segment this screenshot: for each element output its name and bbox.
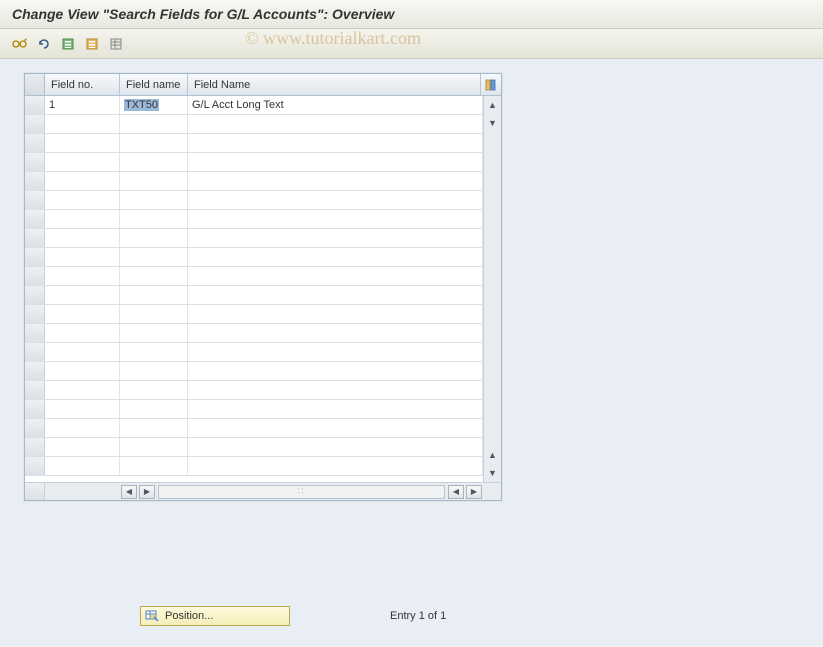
- hscroll-corner: [25, 483, 45, 500]
- toolbar: [0, 29, 823, 59]
- table-row: [25, 153, 483, 172]
- table-row: [25, 229, 483, 248]
- row-selector[interactable]: [25, 457, 45, 475]
- position-label: Position...: [165, 610, 213, 622]
- row-selector[interactable]: [25, 400, 45, 418]
- cell-field-desc[interactable]: G/L Acct Long Text: [188, 96, 483, 114]
- row-selector[interactable]: [25, 362, 45, 380]
- footer: Position... Entry 1 of 1: [140, 606, 446, 626]
- select-all-button[interactable]: [58, 34, 78, 54]
- row-selector[interactable]: [25, 210, 45, 228]
- row-selector[interactable]: [25, 172, 45, 190]
- scroll-up-step-button[interactable]: ▲: [485, 447, 501, 463]
- row-selector[interactable]: [25, 343, 45, 361]
- row-selector[interactable]: [25, 115, 45, 133]
- position-icon: [145, 610, 159, 622]
- cell-field-no[interactable]: 1: [45, 96, 120, 114]
- column-header-field-no[interactable]: Field no.: [45, 74, 120, 95]
- hscroll-track[interactable]: ∷: [158, 485, 445, 499]
- table-row: [25, 172, 483, 191]
- column-header-field-name-long[interactable]: Field Name: [188, 74, 481, 95]
- table-row: [25, 115, 483, 134]
- select-all-corner[interactable]: [25, 74, 45, 95]
- row-selector[interactable]: [25, 419, 45, 437]
- table-row: [25, 400, 483, 419]
- table-row: [25, 457, 483, 476]
- row-selector[interactable]: [25, 267, 45, 285]
- table-row: 1 TXT50 G/L Acct Long Text: [25, 96, 483, 115]
- table-row: [25, 324, 483, 343]
- row-selector[interactable]: [25, 229, 45, 247]
- scroll-down-step-button[interactable]: ▼: [485, 115, 501, 131]
- table-configure-button[interactable]: [481, 74, 501, 95]
- hscroll-right-end-button[interactable]: ▶: [466, 485, 482, 499]
- row-selector[interactable]: [25, 438, 45, 456]
- cell-field-name[interactable]: TXT50: [120, 96, 188, 114]
- table-body: 1 TXT50 G/L Acct Long Text: [25, 96, 501, 482]
- table-row: [25, 362, 483, 381]
- table-row: [25, 191, 483, 210]
- row-selector[interactable]: [25, 324, 45, 342]
- main-area: Field no. Field name Field Name 1 TXT50 …: [0, 59, 823, 646]
- toggle-display-change-button[interactable]: [10, 34, 30, 54]
- table-row: [25, 343, 483, 362]
- table-row: [25, 248, 483, 267]
- row-selector[interactable]: [25, 96, 45, 114]
- table-settings-button[interactable]: [106, 34, 126, 54]
- table-row: [25, 286, 483, 305]
- scroll-up-button[interactable]: ▲: [485, 97, 501, 113]
- table-row: [25, 381, 483, 400]
- hscroll-left-button[interactable]: ◀: [121, 485, 137, 499]
- table-row: [25, 305, 483, 324]
- horizontal-scrollbar: ◀ ▶ ∷ ◀ ▶: [25, 482, 501, 500]
- position-button[interactable]: Position...: [140, 606, 290, 626]
- row-selector[interactable]: [25, 286, 45, 304]
- hscroll-right-button[interactable]: ▶: [139, 485, 155, 499]
- row-selector[interactable]: [25, 381, 45, 399]
- hscroll-left-end-button[interactable]: ◀: [448, 485, 464, 499]
- vertical-scrollbar[interactable]: ▲ ▼ ▲ ▼: [483, 96, 501, 482]
- undo-button[interactable]: [34, 34, 54, 54]
- row-selector[interactable]: [25, 134, 45, 152]
- deselect-all-button[interactable]: [82, 34, 102, 54]
- entry-counter: Entry 1 of 1: [390, 610, 446, 622]
- table-header-row: Field no. Field name Field Name: [25, 74, 501, 96]
- table-row: [25, 210, 483, 229]
- row-selector[interactable]: [25, 248, 45, 266]
- column-header-field-name-short[interactable]: Field name: [120, 74, 188, 95]
- table-row: [25, 267, 483, 286]
- row-selector[interactable]: [25, 191, 45, 209]
- data-table: Field no. Field name Field Name 1 TXT50 …: [24, 73, 502, 501]
- page-title: Change View "Search Fields for G/L Accou…: [0, 0, 823, 29]
- row-selector[interactable]: [25, 305, 45, 323]
- table-row: [25, 438, 483, 457]
- row-selector[interactable]: [25, 153, 45, 171]
- table-row: [25, 134, 483, 153]
- table-row: [25, 419, 483, 438]
- scroll-down-button[interactable]: ▼: [485, 465, 501, 481]
